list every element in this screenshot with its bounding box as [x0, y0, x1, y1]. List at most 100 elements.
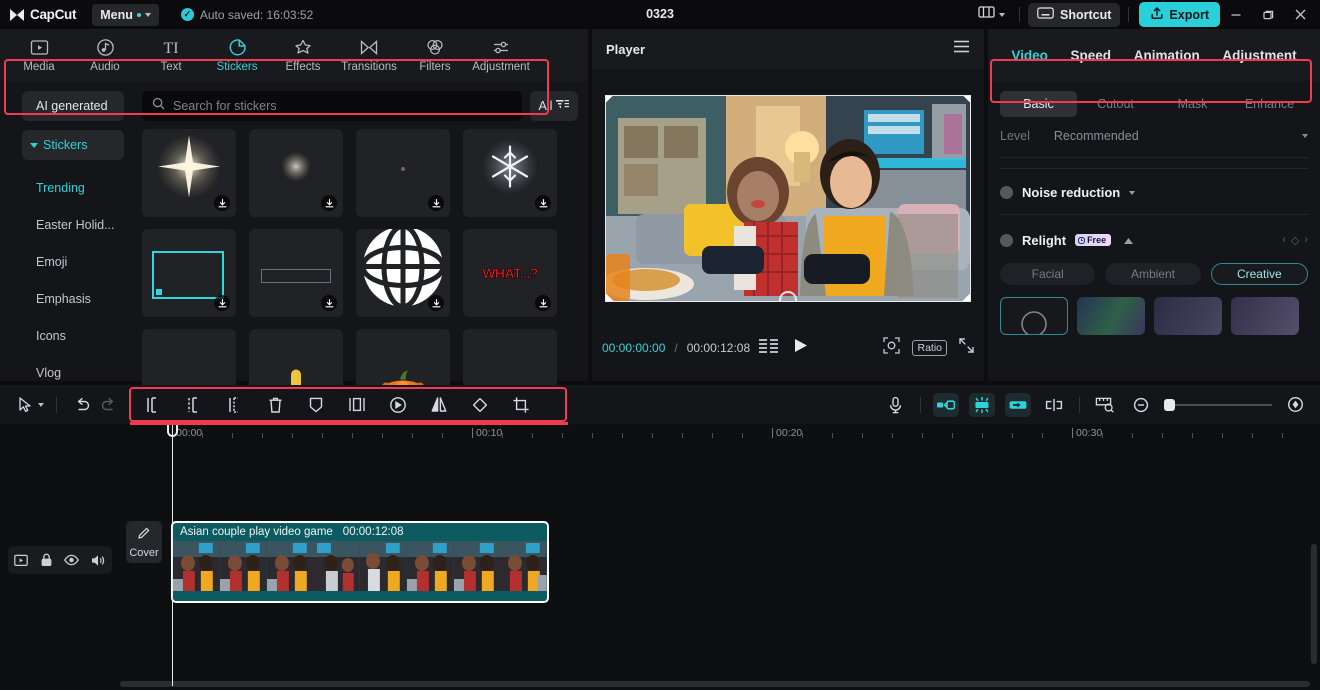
fit-screen-icon[interactable] — [883, 337, 901, 359]
preview-axis-icon[interactable] — [1092, 392, 1118, 418]
ratio-button[interactable]: Ratio — [912, 340, 947, 356]
sticker-item-snowflake[interactable] — [463, 129, 557, 217]
hamburger-icon[interactable] — [953, 40, 970, 58]
sticker-item-globe[interactable] — [356, 229, 450, 317]
reverse-icon[interactable] — [385, 392, 411, 418]
chevron-up-icon[interactable] — [1124, 231, 1134, 249]
play-icon[interactable] — [794, 338, 808, 358]
timeline-clip[interactable]: Asian couple play video game 00:00:12:08 — [171, 521, 549, 603]
split-left-icon[interactable] — [180, 392, 206, 418]
tab-filters[interactable]: Filters — [402, 31, 468, 79]
zoom-slider[interactable] — [1164, 398, 1272, 411]
chip-ambient[interactable]: Ambient — [1105, 263, 1201, 285]
stickers-group-header[interactable]: Stickers — [22, 130, 124, 160]
playhead-handle[interactable] — [167, 424, 178, 437]
close-button[interactable] — [1284, 0, 1316, 29]
mirror-icon[interactable] — [426, 392, 452, 418]
minimize-button[interactable] — [1220, 0, 1252, 29]
download-icon[interactable] — [428, 295, 444, 311]
segment-enhance[interactable]: Enhance — [1231, 91, 1308, 117]
category-easter[interactable]: Easter Holid... — [8, 206, 130, 243]
freeze-icon[interactable] — [344, 392, 370, 418]
lock-icon[interactable] — [40, 553, 53, 567]
sticker-item-soft-glow[interactable] — [249, 129, 343, 217]
layout-button[interactable] — [972, 1, 1011, 28]
pointer-tool-button[interactable] — [12, 392, 38, 418]
cover-button[interactable]: Cover — [126, 521, 162, 563]
auto-cut-mid-icon[interactable] — [969, 392, 995, 417]
tab-effects[interactable]: Effects — [270, 31, 336, 79]
frames-icon[interactable] — [759, 338, 779, 358]
tab-media[interactable]: Media — [6, 31, 72, 79]
maximize-button[interactable] — [1252, 0, 1284, 29]
tab-stickers[interactable]: Stickers — [204, 31, 270, 79]
download-icon[interactable] — [214, 295, 230, 311]
split-icon[interactable] — [139, 392, 165, 418]
tab-speed[interactable]: Speed — [1071, 48, 1112, 63]
auto-cut-start-icon[interactable] — [933, 392, 959, 417]
link-split-icon[interactable] — [1041, 392, 1067, 418]
auto-cut-end-icon[interactable] — [1005, 392, 1031, 417]
eye-icon[interactable] — [64, 554, 80, 566]
download-icon[interactable] — [214, 195, 230, 211]
prev-arrow-icon[interactable]: ‹ — [1282, 234, 1286, 246]
sticker-item-sparkle-star[interactable] — [142, 129, 236, 217]
horizontal-scrollbar[interactable] — [120, 681, 1310, 687]
download-icon[interactable] — [428, 195, 444, 211]
segment-mask[interactable]: Mask — [1154, 91, 1231, 117]
sticker-item-cyan-frame[interactable] — [142, 229, 236, 317]
tab-audio[interactable]: Audio — [72, 31, 138, 79]
export-button[interactable]: Export — [1139, 2, 1220, 27]
download-icon[interactable] — [535, 195, 551, 211]
relight-preset-1[interactable] — [1077, 297, 1145, 335]
noise-reduction-toggle[interactable] — [1000, 186, 1013, 199]
undo-button[interactable] — [69, 392, 95, 418]
download-icon[interactable] — [535, 295, 551, 311]
relight-preset-nav[interactable]: ‹ ◇ › — [1282, 234, 1308, 247]
timeline-ruler[interactable]: 00:00 00:10 00:20 00:30 — [120, 424, 1320, 444]
tab-adjustment[interactable]: Adjustment — [1222, 48, 1296, 63]
tab-text[interactable]: TI Text — [138, 31, 204, 79]
filter-all-button[interactable]: All — [530, 91, 578, 121]
tab-video[interactable]: Video — [1011, 48, 1048, 63]
category-emoji[interactable]: Emoji — [8, 243, 130, 280]
level-dropdown[interactable]: Recommended — [1054, 129, 1308, 143]
chevron-down-icon[interactable] — [38, 402, 44, 407]
search-input[interactable]: Search for stickers — [142, 91, 522, 121]
zoom-out-icon[interactable] — [1128, 392, 1154, 418]
crop-icon[interactable] — [508, 392, 534, 418]
category-vlog[interactable]: Vlog — [8, 354, 130, 381]
relight-toggle[interactable] — [1000, 233, 1013, 247]
segment-cutout[interactable]: Cutout — [1077, 91, 1154, 117]
marker-icon[interactable] — [303, 392, 329, 418]
chip-creative[interactable]: Creative — [1210, 263, 1308, 285]
relight-preset-none[interactable] — [1000, 297, 1068, 337]
chevron-down-icon[interactable] — [1129, 190, 1136, 195]
category-emphasis[interactable]: Emphasis — [8, 280, 130, 317]
split-right-icon[interactable] — [221, 392, 247, 418]
sticker-item-tiny-dot[interactable] — [356, 129, 450, 217]
fullscreen-icon[interactable] — [959, 338, 974, 358]
shortcut-button[interactable]: Shortcut — [1028, 2, 1121, 27]
menu-button[interactable]: Menu — [92, 3, 159, 26]
redo-button[interactable] — [95, 392, 121, 418]
relight-preset-2[interactable] — [1154, 297, 1222, 335]
download-icon[interactable] — [321, 195, 337, 211]
sticker-item-grey-bar[interactable] — [249, 229, 343, 317]
category-icons[interactable]: Icons — [8, 317, 130, 354]
track-type-icon[interactable] — [14, 554, 28, 567]
record-voiceover-icon[interactable] — [882, 392, 908, 418]
rotate-icon[interactable] — [467, 392, 493, 418]
chip-facial[interactable]: Facial — [1000, 263, 1096, 285]
zoom-slider-handle[interactable] — [1164, 398, 1175, 411]
download-icon[interactable] — [321, 295, 337, 311]
next-arrow-icon[interactable]: › — [1304, 234, 1308, 246]
tab-animation[interactable]: Animation — [1134, 48, 1200, 63]
tab-transitions[interactable]: Transitions — [336, 31, 402, 79]
tab-adjustment[interactable]: Adjustment — [468, 31, 534, 79]
relight-preset-3[interactable] — [1231, 297, 1299, 335]
ai-generated-button[interactable]: AI generated — [22, 91, 124, 121]
video-preview[interactable] — [605, 94, 971, 302]
sticker-item-what-text[interactable]: WHAT...? — [463, 229, 557, 317]
volume-icon[interactable] — [91, 554, 106, 567]
